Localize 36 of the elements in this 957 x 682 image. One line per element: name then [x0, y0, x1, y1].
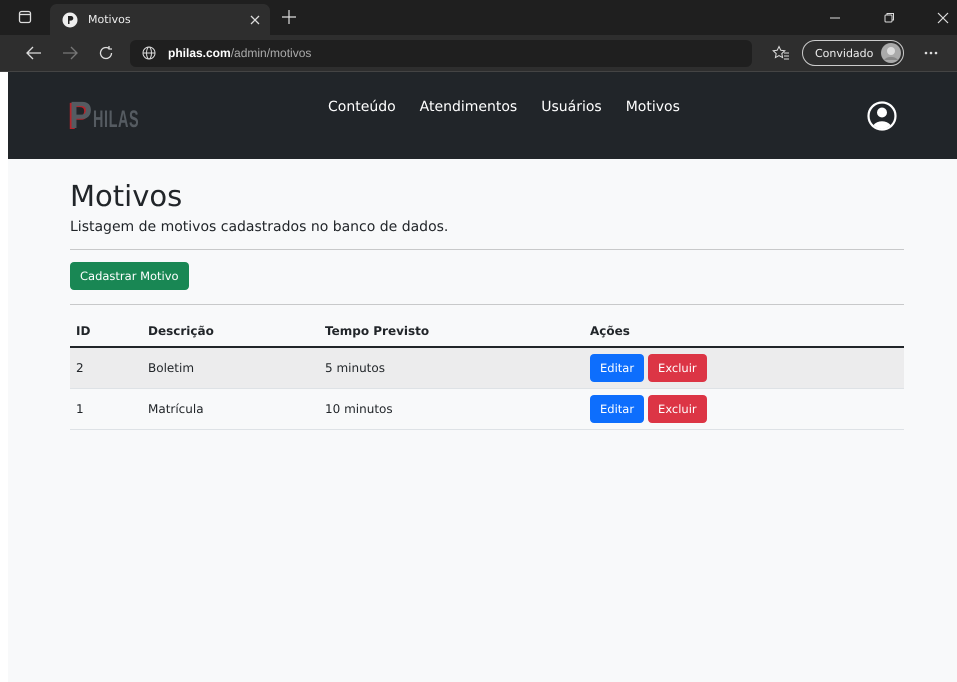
favorites-icon[interactable] [772, 45, 790, 61]
edit-button[interactable]: Editar [590, 354, 644, 382]
globe-icon [142, 46, 156, 60]
url-text: philas.com/admin/motivos [168, 46, 312, 60]
new-tab-icon[interactable] [282, 10, 296, 24]
browser-tab[interactable]: Motivos [50, 4, 270, 35]
table-cell: Matrícula [142, 388, 319, 430]
back-icon[interactable] [26, 46, 42, 60]
table-cell: 10 minutos [319, 388, 584, 430]
tab-title: Motivos [88, 13, 132, 26]
more-icon[interactable] [924, 51, 938, 55]
reload-icon[interactable] [98, 45, 114, 61]
nav-link[interactable]: Usuários [541, 98, 602, 114]
table-cell: 5 minutos [319, 347, 584, 388]
user-icon[interactable] [867, 100, 897, 130]
tab-actions-icon[interactable] [18, 10, 32, 24]
nav-link[interactable]: Conteúdo [328, 98, 396, 114]
address-bar[interactable]: philas.com/admin/motivos [130, 40, 752, 66]
profile-button[interactable]: Convidado [802, 40, 904, 66]
page-subtitle: Listagem de motivos cadastrados no banco de dados. [70, 219, 450, 235]
create-button[interactable]: Cadastrar Motivo [70, 262, 189, 290]
site-icon [62, 12, 78, 28]
close-icon[interactable] [250, 14, 260, 24]
close-icon[interactable] [937, 12, 949, 24]
edit-button[interactable]: Editar [590, 395, 644, 423]
table-cell: Boletim [142, 347, 319, 388]
avatar-icon [881, 43, 902, 63]
forward-icon[interactable] [62, 46, 78, 60]
table-cell: 1 [70, 388, 142, 430]
restore-icon[interactable] [883, 12, 895, 24]
page-title: Motivos [70, 179, 184, 213]
nav-link[interactable]: Motivos [626, 98, 680, 114]
delete-button[interactable]: Excluir [648, 354, 707, 382]
table-cell: 2 [70, 347, 142, 388]
nav-link[interactable]: Atendimentos [420, 98, 518, 114]
delete-button[interactable]: Excluir [648, 395, 707, 423]
